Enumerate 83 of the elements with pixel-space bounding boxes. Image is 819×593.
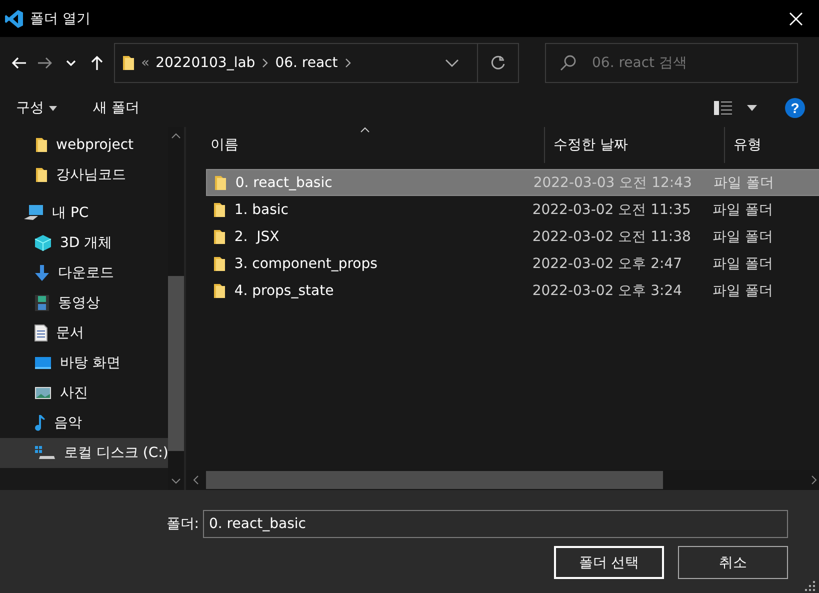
modified-date: 2022-03-02 오후 2:47 [532,254,684,272]
file-type: 파일 폴더 [712,282,773,300]
logo-icon [4,8,24,28]
drive-icon [34,445,56,461]
folder-icon [34,136,48,154]
folder-icon [121,54,135,72]
file-name: 3. component_props [234,256,378,272]
file-name: 4. props_state [234,282,334,298]
forward-arrow-icon[interactable] [37,55,53,71]
search-field[interactable]: 06. react 검색 [545,43,798,83]
new-folder-button[interactable]: 새 폴더 [93,99,140,117]
organize-menu-button[interactable]: 구성 [16,99,57,117]
close-icon [789,12,803,26]
music-note-icon [34,414,46,432]
file-row[interactable]: 1. basic 2022-03-02 오전 11:35 파일 폴더 [206,196,819,223]
modified-date: 2022-03-02 오후 3:24 [532,282,684,300]
sidebar-item[interactable]: 음악 [0,408,168,438]
folder-icon [212,254,226,272]
caret-icon[interactable] [747,105,757,111]
chevron-right-icon[interactable] [261,57,270,69]
dropdown-chevron-icon[interactable] [445,58,459,68]
film-strip-icon [34,294,50,312]
sidebar-item[interactable]: 내 PC [0,198,168,228]
window-title: 폴더 열기 [30,10,92,28]
folder-icon [212,282,226,300]
file-name: 1. basic [234,202,288,218]
dialog-button[interactable]: 취소 [678,546,788,579]
column-header[interactable]: 유형 [724,127,819,163]
folder-icon [212,228,226,246]
breadcrumb[interactable]: 20220103_lab [156,55,256,71]
modified-date: 2022-03-03 오전 12:43 [533,174,693,192]
sidebar-item[interactable]: 동영상 [0,288,168,318]
folder-name-field[interactable]: 0. react_basic [203,510,788,538]
modified-date: 2022-03-02 오전 11:38 [532,228,692,246]
help-button[interactable]: ? [785,98,805,118]
dialog-button[interactable]: 폴더 선택 [554,546,664,579]
view-list-icon[interactable] [714,101,732,115]
column-header[interactable]: 수정한 날짜 [544,127,724,163]
search-icon [559,54,577,72]
picture-icon [34,386,52,400]
scroll-thumb[interactable] [206,471,664,489]
file-row[interactable]: 4. props_state 2022-03-02 오후 3:24 파일 폴더 [206,277,819,304]
modified-date: 2022-03-02 오전 11:35 [532,200,692,218]
document-icon [34,324,48,342]
chevron-right-icon[interactable] [344,57,352,69]
column-header[interactable]: 이름 [202,127,544,163]
sidebar-item[interactable]: 3D 개체 [0,228,168,258]
caret-icon [49,106,57,110]
folder-icon [213,174,228,192]
file-row[interactable]: 0. react_basic 2022-03-03 오전 12:43 파일 폴더 [206,169,819,196]
sidebar-item[interactable]: 로컬 디스크 (C:) [0,438,168,468]
file-row[interactable]: 3. component_props 2022-03-02 오후 2:47 파일 폴더 [206,250,819,277]
folder-label: 폴더: [166,515,199,533]
address-bar[interactable]: « 20220103_lab 06. react [114,43,519,83]
file-name: 0. react_basic [235,174,332,190]
sidebar-item[interactable]: 다운로드 [0,258,168,288]
back-arrow-icon[interactable] [11,55,27,71]
file-type: 파일 폴더 [712,200,773,218]
file-type: 파일 폴더 [712,228,773,246]
scroll-thumb[interactable] [168,276,184,451]
file-type: 파일 폴더 [712,254,773,272]
computer-icon [24,204,44,222]
cube-icon [34,234,52,252]
down-arrow-icon [34,264,50,282]
sidebar-item[interactable]: 문서 [0,318,168,348]
sidebar-item[interactable]: 강사님코드 [0,160,168,190]
sidebar-item[interactable]: webproject [0,130,168,160]
file-type: 파일 폴더 [713,174,774,192]
breadcrumb[interactable]: 06. react [275,55,338,71]
sidebar-item[interactable]: 사진 [0,378,168,408]
folder-icon [34,166,48,184]
scroll-down-icon[interactable] [171,478,182,484]
monitor-icon [34,356,52,370]
sidebar-item[interactable]: 바탕 화면 [0,348,168,378]
sort-caret-icon [360,127,370,133]
folder-icon [212,200,226,218]
file-row[interactable]: 2. JSX 2022-03-02 오전 11:38 파일 폴더 [206,223,819,250]
resize-grip-icon [805,581,815,591]
overflow-chevron[interactable]: « [141,55,150,71]
file-name: 2. JSX [234,228,280,244]
refresh-icon[interactable] [490,55,506,71]
scroll-up-icon[interactable] [171,133,182,139]
up-arrow-icon[interactable] [89,55,105,71]
